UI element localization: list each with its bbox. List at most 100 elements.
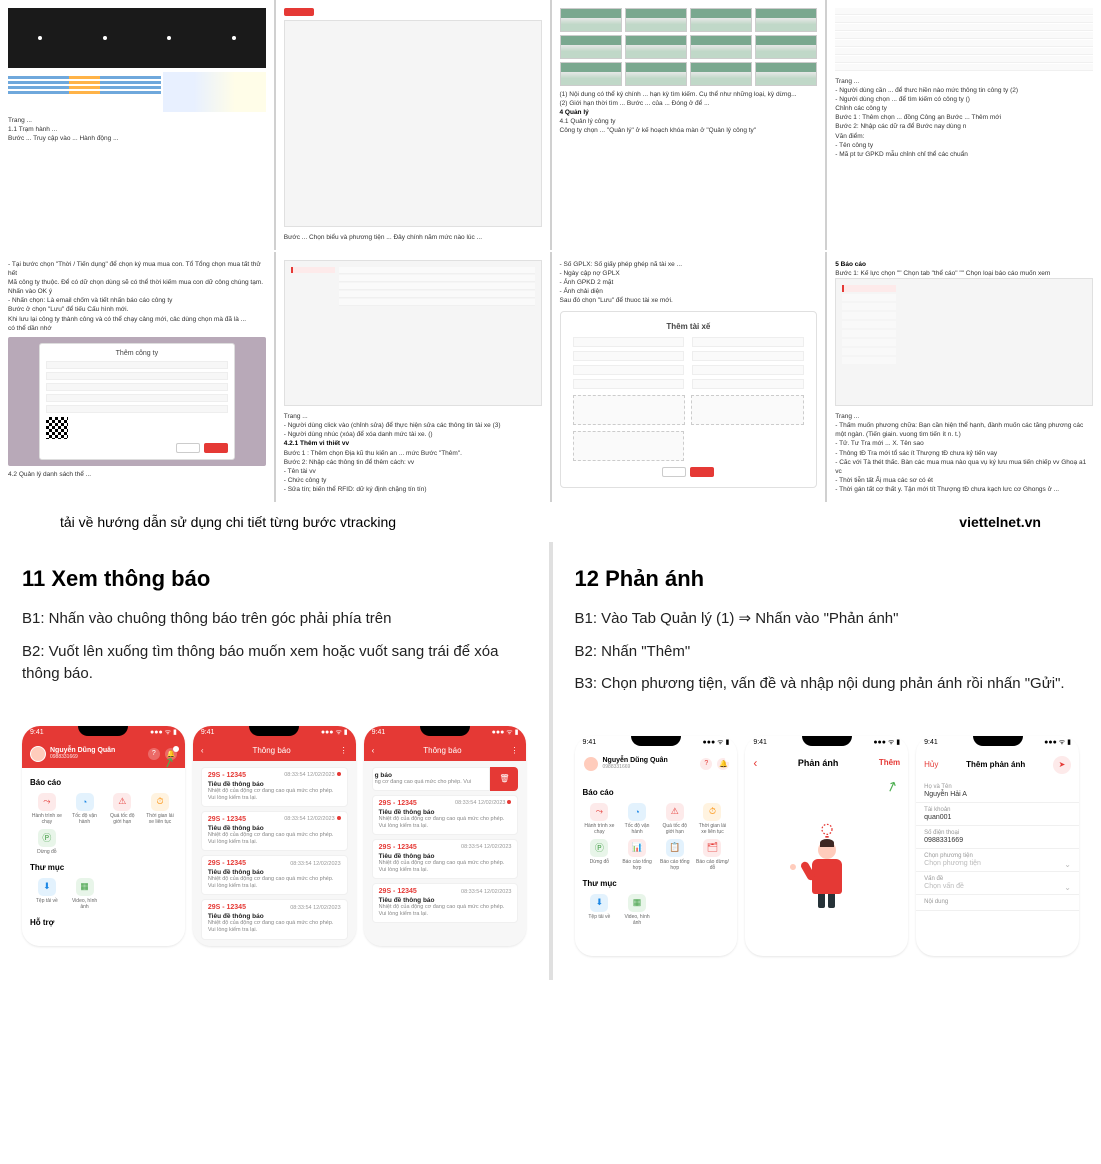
notification-item[interactable]: 29S - 1234508:33:54 12/02/2023 Tiêu đề t… [201,811,348,851]
overspeed-icon[interactable]: ⚠ [666,803,684,821]
report3-icon[interactable]: 🗂 [703,839,721,857]
person-icon [802,841,852,911]
back-icon[interactable]: ‹ [753,756,757,770]
status-bar: 9:41 ●●● ᯤ ▮ [22,726,185,740]
notification-item[interactable]: 29S - 1234508:33:54 12/02/2023 Tiêu đề t… [201,767,348,807]
empty-illustration [745,776,908,956]
drivetime-icon[interactable]: ⏱ [703,803,721,821]
media-icon[interactable]: ▦ [628,894,646,912]
label: Bước ở chọn "Lưu" để tiếu Cấu hình mới. [8,305,266,314]
label: 1.1 Trạm hành ... [8,125,266,134]
notif-header: ‹ Thông báo ⋮ [193,740,356,761]
chevron-down-icon: ⌄ [1064,883,1071,892]
label: - Tên công ty [835,141,1093,150]
label: - Ảnh chải diện [560,287,818,296]
cancel-button[interactable] [662,467,686,477]
avatar[interactable] [30,746,46,762]
route-icon[interactable]: ⤳ [590,803,608,821]
map-thumbnail [163,72,266,112]
back-icon[interactable]: ‹ [372,746,375,755]
table-screenshot [284,260,542,406]
cancel-button[interactable] [176,443,200,453]
label: Sau đó chọn "Lưu" để thuoc tài xe mới. [560,296,818,305]
label: Trang ... [8,116,266,125]
save-button[interactable] [690,467,714,477]
caption-download: tải về hướng dẫn sử dụng chi tiết từng b… [60,514,396,530]
thumb-r2c1: - Tại bước chọn "Thời / Tiến dụng" để ch… [0,252,274,502]
embedded-panel [284,20,542,227]
notification-item[interactable]: 29S - 1234508:33:54 12/02/2023 Tiêu đề t… [372,839,519,879]
overspeed-icon[interactable]: ⚠ [113,793,131,811]
label: 4.1 Quản lý công ty [560,117,818,126]
download-icon[interactable]: ⬇ [38,878,56,896]
phone-phananh-empty: 9:41 ●●● ᯤ ▮ ‹ Phản ánh Thêm ↗ [745,736,908,956]
back-icon[interactable]: ‹ [201,746,204,755]
icon-label: Thời gian lái xe liên tục [143,813,177,825]
status-time: 9:41 [30,729,44,736]
label: - Sửa tín; biến thể RFID: dữ ký định chặ… [284,485,542,494]
label: Công ty chọn ... "Quản lý" ở kế hoạch kh… [560,126,818,135]
save-button[interactable] [204,443,228,453]
field-vande[interactable]: Vấn đề Chọn vấn đề⌄ [916,872,1079,895]
notification-item[interactable]: 29S - 1234508:33:54 12/02/2023 Tiêu đề t… [201,899,348,939]
thumb-r1c1: Trang ... 1.1 Trạm hành ... Bước ... Tru… [0,0,274,250]
label: Bước 1: Kế lực chọn "" Chọn tab "thể cáo… [835,269,1093,278]
cancel-button[interactable]: Hủy [924,760,938,769]
phone-notifications: 9:41 ●●● ᯤ ▮ ‹ Thông báo ⋮ 29S - 1234508… [193,726,356,946]
more-icon[interactable]: ⋮ [510,746,518,755]
notif-title: Tiêu đề thông báo [208,781,341,788]
label: - Số GPLX: Số giấy phép ghép nã tài xe .… [560,260,818,269]
add-button[interactable]: Thêm [879,758,900,767]
video-panel [8,8,266,68]
caption-site: viettelnet.vn [959,514,1041,530]
report1-icon[interactable]: 📊 [628,839,646,857]
document-thumbnails-row-1: Trang ... 1.1 Trạm hành ... Bước ... Tru… [0,0,1101,250]
help-icon[interactable]: ? [148,748,160,760]
label: - Tử. Tư Tra mới ... X. Tên sao [835,439,1093,448]
status-icons-icon: ●●● ᯤ ▮ [703,738,730,747]
download-icon[interactable]: ⬇ [590,894,608,912]
notification-item[interactable]: 29S - 1234508:33:54 12/02/2023 Tiêu đề t… [201,855,348,895]
manual-sections: 11 Xem thông báo B1: Nhấn vào chuông thô… [0,542,1101,980]
small-red-button [284,8,314,16]
qr-icon [46,417,68,439]
step-b3: B3: Chọn phương tiện, vấn đề và nhập nội… [575,673,1080,696]
field-hoten[interactable]: Họ và Tên Nguyễn Hải A [916,780,1079,803]
label: - Thấm muốn phương chữa: Bạn cần hiện th… [835,421,1093,439]
swiped-notification[interactable]: g báo ng cơ đang cao quá mức cho phép. V… [372,767,519,791]
section-label-baocao: Báo cáo [30,778,177,787]
phone-home-quanly: 9:41 ●●● ᯤ ▮ Nguyễn Dũng Quân 0988331669… [575,736,738,956]
swiped-heading: g báo [375,772,484,779]
label: Văn điểm: [835,132,1093,141]
bell-icon[interactable]: 🔔 [717,758,729,770]
label: Trang ... [835,412,1093,421]
label: Trang ... [835,77,1093,86]
field-taikhoan[interactable]: Tài khoản quan001 [916,803,1079,826]
drivetime-icon[interactable]: ⏱ [151,793,169,811]
notification-item[interactable]: 29S - 1234508:33:54 12/02/2023 Tiêu đề t… [372,795,519,835]
parking-icon[interactable]: Ⓟ [38,829,56,847]
header-title: Phản ánh [798,758,839,768]
speed-icon[interactable]: ◔ [76,793,94,811]
notification-item[interactable]: 29S - 1234508:33:54 12/02/2023 Tiêu đề t… [372,883,519,923]
label: - Ảnh GPKD 2 mặt [560,278,818,287]
report2-icon[interactable]: 📋 [666,839,684,857]
parking-icon[interactable]: Ⓟ [590,839,608,857]
label: Bước ... Truy cập vào ... Hành động ... [8,134,266,143]
avatar[interactable] [583,756,599,772]
media-icon[interactable]: ▦ [76,878,94,896]
field-sdt[interactable]: Số điện thoại 0988331669 [916,826,1079,849]
delete-button[interactable]: 🗑 [490,767,518,791]
more-icon[interactable]: ⋮ [340,746,348,755]
help-icon[interactable]: ? [700,758,712,770]
status-bar: 9:41 ●●● ᯤ ▮ [193,726,356,740]
field-noidung[interactable]: Nội dung [916,895,1079,911]
field-phuongtien[interactable]: Chọn phương tiện Chọn phương tiện⌄ [916,849,1079,872]
status-bar: 9:41 ●●● ᯤ ▮ [575,736,738,750]
speed-icon[interactable]: ◔ [628,803,646,821]
section-12-title: 12 Phản ánh [575,566,1080,592]
notification-list[interactable]: 29S - 1234508:33:54 12/02/2023 Tiêu đề t… [201,767,348,940]
send-button[interactable]: ➤ [1053,756,1071,774]
route-icon[interactable]: ⤳ [38,793,56,811]
section-label-thumuc: Thư mục [30,863,177,872]
